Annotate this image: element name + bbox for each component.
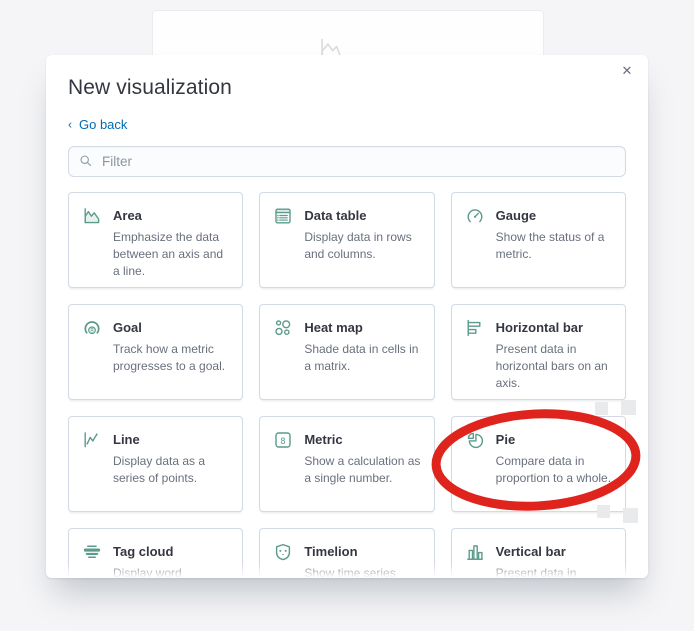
- card-description: Display data as a series of points.: [113, 454, 206, 485]
- card-description: Shade data in cells in a matrix.: [304, 342, 419, 373]
- card-title: Gauge: [495, 208, 537, 223]
- card-description: Compare data in proportion to a whole.: [495, 454, 612, 485]
- vis-card-data-table[interactable]: Data table Display data in rows and colu…: [259, 192, 435, 288]
- chevron-left-icon: ‹: [68, 117, 72, 131]
- vis-type-grid: Area Emphasize the data between an axis …: [68, 192, 626, 578]
- filter-field: [68, 146, 626, 177]
- vis-card-area[interactable]: Area Emphasize the data between an axis …: [68, 192, 244, 288]
- vis-card-metric[interactable]: 8 Metric Show a calculation as a single …: [259, 416, 435, 512]
- card-title: Line: [113, 432, 140, 447]
- card-description: Present data in vertical bars on an axis…: [495, 566, 577, 578]
- pie-chart-icon: [465, 430, 485, 450]
- filter-input[interactable]: [68, 146, 626, 177]
- data-table-icon: [273, 206, 293, 226]
- card-description: Show time series data on a graph.: [304, 566, 396, 578]
- card-description: Track how a metric progresses to a goal.: [113, 342, 226, 373]
- vis-card-heat-map[interactable]: Heat map Shade data in cells in a matrix…: [259, 304, 435, 400]
- vertical-bar-icon: [465, 542, 485, 562]
- page: ✕ New visualization ‹ Go back Area Empha…: [0, 0, 694, 631]
- card-description: Present data in horizontal bars on an ax…: [495, 342, 608, 390]
- vis-card-horizontal-bar[interactable]: Horizontal bar Present data in horizonta…: [450, 304, 626, 400]
- card-title: Vertical bar: [495, 544, 566, 559]
- card-description: Show the status of a metric.: [495, 230, 605, 261]
- svg-text:8: 8: [281, 437, 286, 447]
- background-artifact: [621, 400, 636, 415]
- vis-card-line[interactable]: Line Display data as a series of points.: [68, 416, 244, 512]
- card-title: Goal: [113, 320, 142, 335]
- vis-card-pie[interactable]: Pie Compare data in proportion to a whol…: [450, 416, 626, 512]
- horizontal-bar-icon: [465, 318, 485, 338]
- card-description: Display data in rows and columns.: [304, 230, 412, 261]
- vis-card-vertical-bar[interactable]: Vertical bar Present data in vertical ba…: [450, 528, 626, 578]
- close-icon[interactable]: ✕: [616, 61, 638, 83]
- card-title: Area: [113, 208, 142, 223]
- go-back-link[interactable]: ‹ Go back: [68, 117, 127, 132]
- vis-card-goal[interactable]: 8 Goal Track how a metric progresses to …: [68, 304, 244, 400]
- background-artifact: [595, 402, 608, 415]
- card-title: Data table: [304, 208, 367, 223]
- metric-icon: 8: [273, 430, 293, 450]
- gauge-icon: [465, 206, 485, 226]
- card-description: Emphasize the data between an axis and a…: [113, 230, 224, 278]
- area-chart-icon: [82, 206, 102, 226]
- goal-icon: 8: [82, 318, 102, 338]
- card-title: Pie: [495, 432, 516, 447]
- card-title: Timelion: [304, 544, 358, 559]
- heat-map-icon: [273, 318, 293, 338]
- vis-card-timelion[interactable]: Timelion Show time series data on a grap…: [259, 528, 435, 578]
- card-title: Horizontal bar: [495, 320, 584, 335]
- svg-text:8: 8: [90, 328, 94, 335]
- card-description: Show a calculation as a single number.: [304, 454, 421, 485]
- go-back-label: Go back: [79, 117, 128, 132]
- tag-cloud-icon: [82, 542, 102, 562]
- background-artifact: [623, 508, 638, 523]
- background-artifact: [597, 505, 610, 518]
- card-title: Tag cloud: [113, 544, 174, 559]
- vis-card-tag-cloud[interactable]: Tag cloud Display word frequency with fo…: [68, 528, 244, 578]
- card-title: Metric: [304, 432, 343, 447]
- vis-card-gauge[interactable]: Gauge Show the status of a metric.: [450, 192, 626, 288]
- card-description: Display word frequency with font size.: [113, 566, 182, 578]
- card-title: Heat map: [304, 320, 363, 335]
- line-chart-icon: [82, 430, 102, 450]
- page-title: New visualization: [68, 76, 232, 99]
- new-visualization-modal: ✕ New visualization ‹ Go back Area Empha…: [46, 55, 648, 578]
- timelion-icon: [273, 542, 293, 562]
